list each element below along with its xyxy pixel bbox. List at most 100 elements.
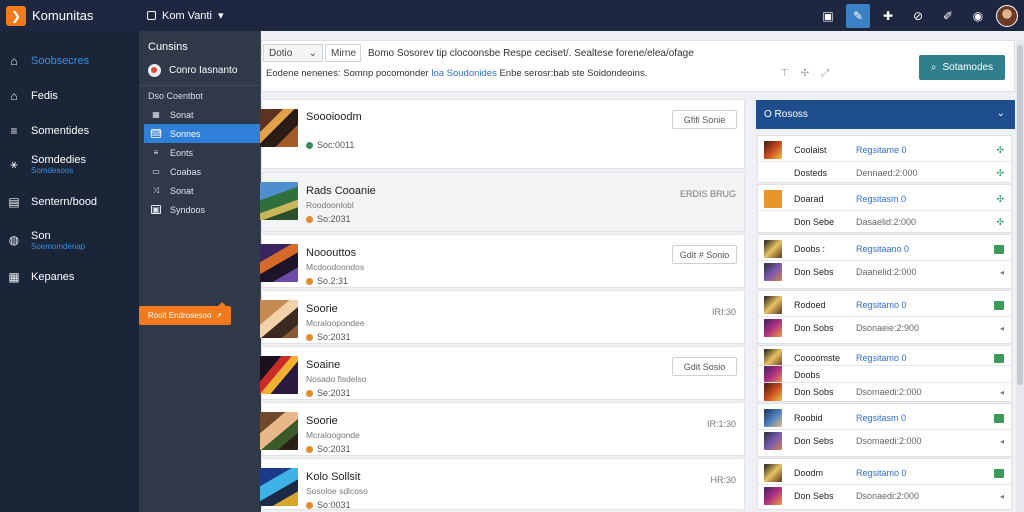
caret-icon[interactable]: ◂ (1000, 388, 1004, 397)
thread-title[interactable]: Soorie (306, 303, 338, 315)
calendar-button[interactable]: ▣ (816, 4, 840, 28)
calendar-icon: ▣ (822, 8, 834, 23)
sidebar-item-label: Fedis (31, 90, 58, 102)
sidebar-item-2[interactable]: ≡ Somentides (0, 116, 139, 146)
thread-title[interactable]: Rads Cooanie (306, 185, 376, 197)
thread-title[interactable]: Soooioodm (306, 111, 362, 123)
caret-icon[interactable]: ◂ (1000, 492, 1004, 501)
thread-title[interactable]: Kolo Sollsit (306, 471, 360, 483)
thread-row[interactable]: Soorie Mcraloogonde So:2031 IR:1:30 (260, 402, 745, 456)
activity-status-link[interactable]: Regsitame 0 (856, 145, 907, 155)
activity-name: Roobid (794, 413, 823, 423)
dropdown-item-3[interactable]: ▭ Coabas (144, 162, 260, 181)
brand[interactable]: ❯ Komunitas (0, 0, 139, 31)
right-panel-header[interactable]: O Rososs ⌄ (756, 100, 1015, 129)
activity-name: Doobs (794, 370, 821, 380)
move-icon[interactable]: ✣ (996, 145, 1004, 156)
activity-row[interactable]: Coolaist Regsitame 0 ✣ (764, 139, 1004, 161)
activity-row[interactable]: Doobs : Regsitaano 0 (764, 238, 1004, 260)
thread-title[interactable]: Soaine (306, 359, 340, 371)
sidebar-item-4[interactable]: ▤ Sentern/bood (0, 187, 139, 217)
check-icon[interactable] (994, 468, 1004, 478)
thread-title[interactable]: Nooouttos (306, 247, 356, 259)
dropdown-item-1[interactable]: ⌨ Sonnes (144, 124, 261, 143)
grid-icon: ▦ (152, 110, 160, 119)
edit-button[interactable]: ✎ (846, 3, 870, 28)
caret-icon[interactable]: ◂ (1000, 268, 1004, 277)
activity-row[interactable]: Dosteds Dennaed:2:000 ✣ (764, 162, 1004, 184)
activity-row[interactable]: Roobid Regsitasm 0 (764, 407, 1004, 429)
thread-title[interactable]: Soorie (306, 415, 338, 427)
hint-link[interactable]: loa Soudonides (431, 68, 497, 79)
tab-label: Mirne (331, 47, 357, 59)
activity-status-link[interactable]: Regsitaano 0 (856, 244, 909, 254)
attach-button[interactable]: ⊘ (906, 4, 930, 28)
layout-icon: ▭ (152, 167, 160, 176)
pin-icon[interactable]: ✣ (801, 68, 809, 79)
activity-date: Dsonaedi:2:000 (856, 491, 920, 501)
activity-status-link[interactable]: Regsitamo 0 (856, 468, 907, 478)
sidebar-item-1[interactable]: ⌂ Fedis (0, 81, 139, 111)
search-input[interactable]: Bomo Sosorev tip clocoonsbe Respe cecise… (365, 44, 805, 62)
activity-row[interactable]: Doodm Regsitamo 0 (764, 462, 1004, 484)
thread-row[interactable]: Soaine Nosado fisdelso Se:2031 Gdit Sosio (260, 346, 745, 400)
dropdown-user[interactable]: Conro Iasnanto (148, 64, 237, 77)
activity-name: Doodm (794, 468, 824, 478)
thread-row[interactable]: Kolo Sollsit Sosoloe sdlcoso So:0031 HR:30 (260, 458, 745, 510)
thread-action-button[interactable]: Gfifi Sonie (672, 110, 737, 129)
thread-row[interactable]: Rads Cooanie Roodoonlobl So:2031 ERDIS BRUG (260, 172, 745, 232)
activity-row[interactable]: Don Sebs Dsonaedi:2:000 ◂ (764, 485, 1004, 507)
thread-subtitle: Mcraloopondee (306, 318, 365, 328)
scrollbar[interactable] (1016, 40, 1024, 512)
dropdown-item-0[interactable]: ▦ Sonat (144, 105, 260, 124)
scrollbar-thumb[interactable] (1017, 45, 1023, 385)
wrench-button[interactable]: ✐ (936, 4, 960, 28)
check-icon[interactable] (994, 300, 1004, 310)
check-icon[interactable] (994, 413, 1004, 423)
dropdown-action-button[interactable]: Rooit Endrosesoo ↗ (139, 302, 231, 325)
tab-dotio[interactable]: Dotio ⌄ (263, 44, 323, 62)
activity-status-link[interactable]: Regsitamo 0 (856, 353, 907, 363)
thread-row[interactable]: Soorie Mcraloopondee So:2031 IRI:30 (260, 290, 745, 344)
workspace-switcher[interactable]: Kom Vanti ▾ (147, 9, 223, 22)
sidebar-item-3[interactable]: ⚹ Somdedies Somdesoos (0, 149, 139, 179)
sidebar-item-text: Somdedies Somdesoos (31, 154, 86, 175)
activity-row[interactable]: Rodoed Regsitamo 0 (764, 294, 1004, 316)
dropdown-item-2[interactable]: ≡ Eonts (144, 143, 260, 162)
dropdown-item-4[interactable]: ⤨ Sonat (144, 181, 260, 200)
thread-row[interactable]: Soooioodm Soc:0011 Gfifi Sonie (260, 99, 745, 169)
status-dot-icon (306, 501, 313, 509)
sidebar-item-text: Soobsecres (31, 55, 89, 67)
thread-row[interactable]: Nooouttos Mcdoodoondos So.2:31 Gdit # Sonio (260, 234, 745, 288)
move-icon[interactable]: ✣ (996, 217, 1004, 228)
avatar[interactable] (996, 4, 1018, 27)
activity-row[interactable]: Don Sobs Dsonaeie:2:900 ◂ (764, 317, 1004, 339)
activity-row[interactable]: Don Sebs Daanelid:2:000 ◂ (764, 261, 1004, 283)
game-thumbnail (764, 432, 782, 450)
text-icon[interactable]: ⊤ (780, 68, 789, 79)
expand-icon[interactable]: ⤢ (821, 68, 829, 79)
check-icon[interactable] (994, 353, 1004, 363)
activity-status-link[interactable]: Regsitamo 0 (856, 300, 907, 310)
post-button[interactable]: ⌕ Sotamodes (919, 55, 1005, 80)
move-icon[interactable]: ✣ (996, 168, 1004, 179)
move-icon[interactable]: ✣ (996, 194, 1004, 205)
thread-action-button[interactable]: Gdit Sosio (672, 357, 737, 376)
tab-mirne[interactable]: Mirne (325, 44, 361, 62)
sidebar-item-0[interactable]: ⌂ Soobsecres (0, 46, 139, 76)
notification-button[interactable]: ◉ (966, 4, 990, 28)
activity-status-link[interactable]: Regsitasm 0 (856, 413, 906, 423)
thread-action-button[interactable]: Gdit # Sonio (672, 245, 737, 264)
check-icon[interactable] (994, 244, 1004, 254)
activity-status-link[interactable]: Regsitasm 0 (856, 194, 906, 204)
sidebar-item-5[interactable]: ◍ Son Soemomdenap (0, 225, 139, 255)
activity-row[interactable]: Don Sebs Dsomaedi:2:000 ◂ (764, 430, 1004, 452)
dropdown-item-5[interactable]: ▣ Syndoos (144, 200, 260, 219)
activity-row[interactable]: Don Sebe Dasaelid:2:000 ✣ (764, 211, 1004, 233)
pin-button[interactable]: ✚ (876, 4, 900, 28)
activity-row[interactable]: Don Sobs Dsomaedi:2:000 ◂ (764, 383, 1004, 401)
caret-icon[interactable]: ◂ (1000, 437, 1004, 446)
sidebar-item-6[interactable]: ▦ Kepanes (0, 262, 139, 292)
caret-icon[interactable]: ◂ (1000, 324, 1004, 333)
activity-row[interactable]: Doarad Regsitasm 0 ✣ (764, 188, 1004, 210)
